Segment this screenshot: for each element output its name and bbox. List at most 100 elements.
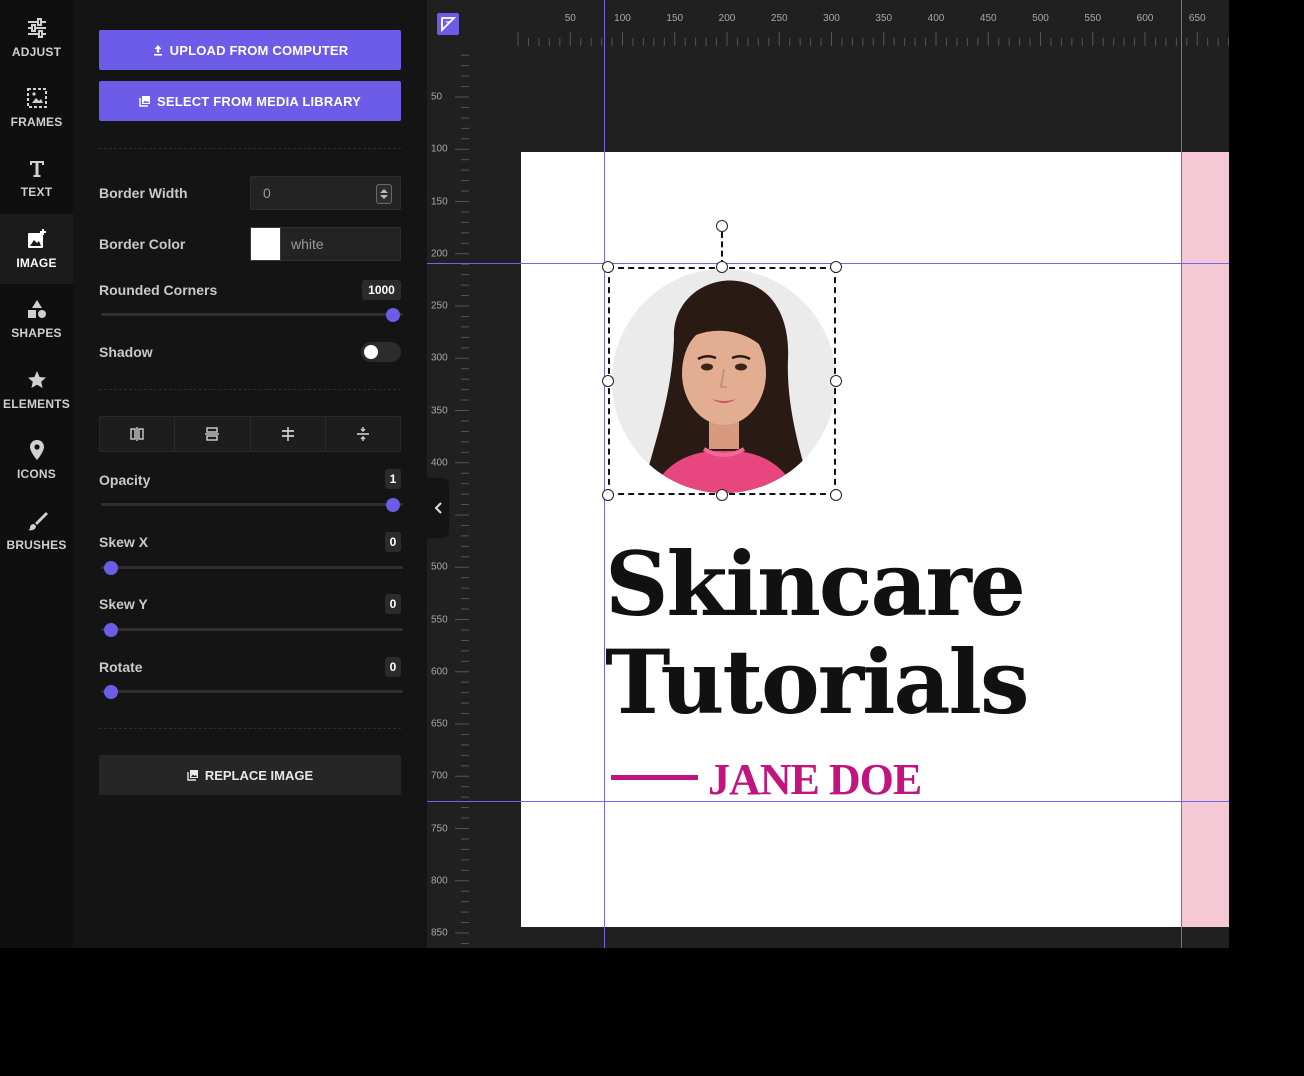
divider (99, 728, 401, 729)
alignment-buttons (99, 416, 401, 452)
border-color-swatch[interactable] (250, 227, 281, 261)
skew-x-slider[interactable] (101, 561, 403, 575)
ruler-label: 150 (431, 196, 448, 207)
ruler-guide-icon (441, 17, 457, 33)
resize-handle-right[interactable] (830, 375, 842, 387)
replace-image-button[interactable]: REPLACE IMAGE (99, 755, 401, 795)
rotate-label: Rotate (99, 659, 143, 675)
select-from-media-library-button[interactable]: SELECT FROM MEDIA LIBRARY (99, 81, 401, 121)
guide-vertical[interactable] (604, 0, 605, 948)
title-line-2: Tutorials (605, 630, 1030, 734)
ruler-label: 200 (431, 248, 448, 260)
rail-item-adjust[interactable]: ADJUST (0, 3, 73, 73)
skew-y-value: 0 (385, 594, 401, 614)
resize-handle-bottom-left[interactable] (602, 489, 614, 501)
rail-label: FRAMES (10, 115, 63, 129)
rail-label: BRUSHES (6, 538, 67, 552)
ruler-label: 250 (770, 13, 788, 24)
chevron-left-icon (434, 502, 442, 514)
media-library-icon (139, 96, 150, 107)
frame-icon (26, 88, 47, 108)
rail-label: IMAGE (16, 256, 57, 270)
border-width-field[interactable] (250, 176, 401, 210)
resize-handle-left[interactable] (602, 375, 614, 387)
rail-item-elements[interactable]: ELEMENTS (0, 355, 73, 425)
ruler-label: 350 (431, 405, 448, 416)
ruler-label: 300 (823, 13, 840, 24)
collapse-panel-button[interactable] (427, 478, 449, 538)
rail-item-brushes[interactable]: BRUSHES (0, 496, 73, 566)
upload-label: UPLOAD FROM COMPUTER (169, 42, 349, 58)
ruler-label: 350 (875, 13, 893, 24)
shapes-icon (27, 300, 46, 318)
shadow-toggle[interactable] (361, 342, 401, 362)
opacity-label: Opacity (99, 472, 151, 488)
rounded-corners-slider[interactable] (101, 308, 403, 322)
border-width-stepper[interactable] (376, 184, 392, 204)
stepper-down-icon (380, 195, 388, 199)
toggle-knob (364, 345, 378, 359)
skew-x-slider-handle[interactable] (104, 561, 118, 575)
resize-handle-bottom[interactable] (716, 489, 728, 501)
opacity-slider[interactable] (101, 498, 403, 512)
distribute-icon (356, 427, 369, 441)
resize-handle-top[interactable] (716, 261, 728, 273)
border-color-label: Border Color (99, 236, 186, 252)
upload-from-computer-button[interactable]: UPLOAD FROM COMPUTER (99, 30, 401, 70)
resize-handle-bottom-right[interactable] (830, 489, 842, 501)
align-center-vertical-icon (130, 427, 144, 441)
ruler-label: 200 (718, 13, 736, 24)
resize-handle-top-right[interactable] (830, 261, 842, 273)
ruler-label: 650 (1188, 13, 1206, 24)
tool-rail: ADJUST FRAMES TEXT IMAGE SHAPES ELEMENTS… (0, 0, 73, 948)
ruler-label: 800 (431, 875, 448, 887)
image-add-icon (27, 229, 46, 248)
guide-horizontal[interactable] (427, 263, 1229, 264)
guide-vertical[interactable] (1181, 0, 1182, 948)
byline-accent-line[interactable] (611, 775, 698, 780)
rounded-corners-slider-handle[interactable] (386, 308, 400, 322)
design-title[interactable]: Skincare Tutorials (605, 532, 1030, 734)
rail-item-frames[interactable]: FRAMES (0, 73, 73, 143)
ruler-label: 500 (1032, 13, 1049, 24)
align-center-icon (281, 427, 294, 441)
skew-y-slider-handle[interactable] (104, 623, 118, 637)
rotate-slider[interactable] (101, 685, 403, 699)
text-icon (29, 161, 44, 177)
align-middle-horizontal-icon (205, 427, 220, 441)
rail-item-text[interactable]: TEXT (0, 143, 73, 213)
ruler-label: 600 (431, 666, 448, 678)
align-center-button[interactable] (251, 417, 326, 451)
rail-item-shapes[interactable]: SHAPES (0, 284, 73, 354)
horizontal-ruler-ticks (517, 32, 1229, 46)
horizontal-ruler[interactable]: 5010015020025030035040045050055060065070… (471, 0, 1229, 46)
canvas-area: 50 100 150 200 250 300 350 400 450 500 550 600 650 70… (427, 0, 1229, 948)
align-center-vertical-button[interactable] (100, 417, 176, 451)
distribute-button[interactable] (326, 417, 400, 451)
skew-y-slider[interactable] (101, 623, 403, 637)
title-line-1: Skincare (605, 532, 1026, 636)
rail-label: ICONS (16, 467, 56, 481)
rail-item-image[interactable]: IMAGE (0, 214, 73, 284)
rail-item-icons[interactable]: ICONS (0, 425, 73, 495)
ruler-label: 250 (431, 300, 448, 312)
ruler-label: 50 (431, 91, 443, 103)
stepper-up-icon (380, 189, 388, 193)
design-byline[interactable]: JANE DOE (708, 756, 922, 804)
resize-handle-top-left[interactable] (602, 261, 614, 273)
ruler-label: 450 (979, 13, 997, 24)
align-middle-horizontal-button[interactable] (175, 417, 251, 451)
divider (99, 389, 401, 390)
next-page-preview[interactable] (1182, 152, 1229, 927)
rail-label: TEXT (20, 185, 53, 199)
ruler-label: 650 (431, 718, 448, 730)
ruler-corner-button[interactable] (437, 13, 459, 35)
selection-box[interactable] (608, 267, 836, 495)
opacity-slider-handle[interactable] (386, 498, 400, 512)
rotate-slider-handle[interactable] (104, 685, 118, 699)
rotate-handle[interactable] (716, 220, 728, 232)
skew-x-value: 0 (385, 532, 401, 552)
map-pin-icon (29, 440, 44, 460)
media-label: SELECT FROM MEDIA LIBRARY (156, 93, 362, 109)
skew-y-label: Skew Y (99, 596, 148, 612)
